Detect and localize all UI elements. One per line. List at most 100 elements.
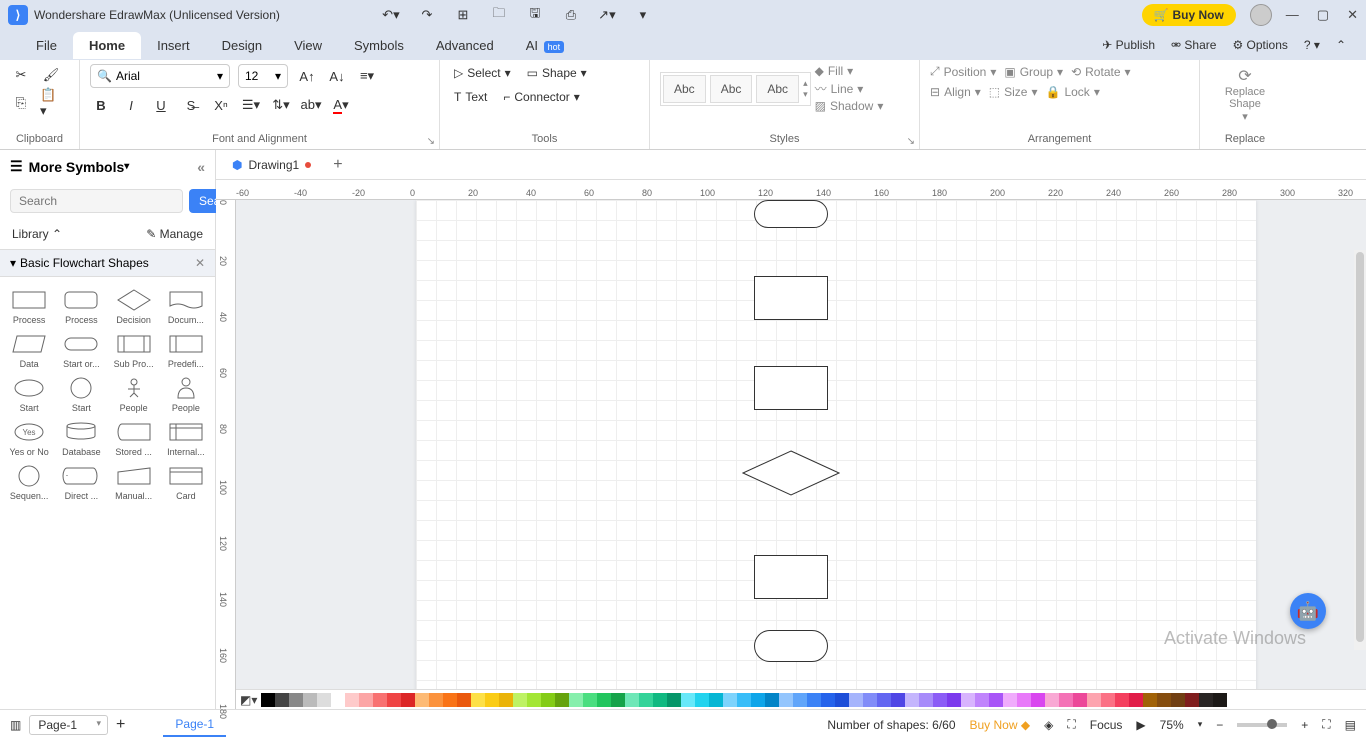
color-swatch[interactable]	[863, 693, 877, 707]
shape-palette-item[interactable]: Process	[56, 285, 106, 327]
fill-button[interactable]: ◆ Fill▾	[815, 64, 884, 78]
rotate-button[interactable]: ⟲ Rotate▾	[1071, 65, 1130, 79]
library-label[interactable]: Library ⌃	[12, 227, 62, 241]
color-swatch[interactable]	[415, 693, 429, 707]
collapse-ribbon-icon[interactable]: ⌃	[1336, 38, 1346, 52]
color-swatch[interactable]	[1045, 693, 1059, 707]
color-swatch[interactable]	[933, 693, 947, 707]
tab-view[interactable]: View	[278, 32, 338, 59]
connector-tool[interactable]: ⌐ Connector▾	[499, 88, 583, 106]
new-tab-button[interactable]: +	[323, 156, 352, 174]
color-swatch[interactable]	[1129, 693, 1143, 707]
shape-palette-item[interactable]: Sub Pro...	[109, 329, 159, 371]
color-swatch[interactable]	[975, 693, 989, 707]
shape-palette-item[interactable]: People	[109, 373, 159, 415]
font-color-icon[interactable]: A▾	[330, 94, 352, 116]
color-swatch[interactable]	[261, 693, 275, 707]
color-swatch[interactable]	[457, 693, 471, 707]
section-close-icon[interactable]: ✕	[195, 256, 205, 270]
color-swatch[interactable]	[1213, 693, 1227, 707]
page-tab[interactable]: Page-1	[163, 713, 226, 737]
color-swatch[interactable]	[793, 693, 807, 707]
style-scroll-more[interactable]: ▾	[803, 89, 808, 100]
shape-process-2[interactable]	[754, 366, 828, 410]
format-painter-icon[interactable]: 🖌	[40, 64, 62, 86]
color-swatch[interactable]	[681, 693, 695, 707]
maximize-icon[interactable]: ▢	[1317, 7, 1329, 23]
select-tool[interactable]: ▷ Select▾	[450, 64, 515, 82]
color-swatch[interactable]	[709, 693, 723, 707]
shape-palette-item[interactable]: Card	[161, 461, 211, 503]
manage-button[interactable]: ✎ Manage	[146, 227, 203, 241]
chat-fab-icon[interactable]: 🤖	[1290, 593, 1326, 629]
tab-ai[interactable]: AI hot	[510, 32, 580, 59]
export-icon[interactable]: ↗▾	[596, 4, 618, 26]
zoom-out-button[interactable]: −	[1216, 718, 1223, 732]
canvas[interactable]: Activate Windows 🤖 ◩▾	[236, 200, 1366, 709]
color-swatch[interactable]	[1031, 693, 1045, 707]
font-name-select[interactable]: 🔍 Arial▾	[90, 64, 230, 88]
page-surface[interactable]	[416, 200, 1256, 709]
tab-design[interactable]: Design	[206, 32, 278, 59]
color-swatch[interactable]	[527, 693, 541, 707]
bold-icon[interactable]: B	[90, 94, 112, 116]
color-swatch[interactable]	[723, 693, 737, 707]
status-buynow[interactable]: Buy Now ◆	[970, 718, 1031, 732]
styles-launcher-icon[interactable]: ↘	[907, 136, 915, 147]
panel-toggle-icon[interactable]: ▤	[1345, 718, 1356, 732]
page-view-icon[interactable]: ▥	[10, 718, 21, 732]
color-swatch[interactable]	[919, 693, 933, 707]
decrease-font-icon[interactable]: A↓	[326, 65, 348, 87]
color-swatch[interactable]	[1185, 693, 1199, 707]
present-icon[interactable]: ▶	[1136, 718, 1145, 732]
copy-icon[interactable]: ⎘	[10, 92, 32, 114]
color-swatch[interactable]	[499, 693, 513, 707]
color-swatch[interactable]	[891, 693, 905, 707]
strike-icon[interactable]: S̶	[180, 94, 202, 116]
buy-now-button[interactable]: 🛒 Buy Now	[1142, 4, 1236, 26]
color-swatch[interactable]	[569, 693, 583, 707]
underline-icon[interactable]: U	[150, 94, 172, 116]
bullet-icon[interactable]: ☰▾	[240, 94, 262, 116]
style-preset-1[interactable]: Abc	[663, 75, 706, 103]
auto-color-icon[interactable]: ◩▾	[240, 693, 257, 707]
color-swatch[interactable]	[443, 693, 457, 707]
publish-button[interactable]: ✈ Publish	[1102, 38, 1155, 52]
align-menu-icon[interactable]: ≡▾	[356, 65, 378, 87]
options-button[interactable]: ⚙ Options	[1232, 38, 1287, 52]
shape-palette-item[interactable]: Sequen...	[4, 461, 54, 503]
zoom-in-button[interactable]: +	[1301, 718, 1308, 732]
color-swatch[interactable]	[695, 693, 709, 707]
close-icon[interactable]: ✕	[1347, 7, 1358, 23]
color-swatch[interactable]	[1003, 693, 1017, 707]
tab-file[interactable]: File	[20, 32, 73, 59]
share-button[interactable]: ⚮ Share	[1171, 38, 1216, 52]
page-selector[interactable]: Page-1	[29, 715, 108, 735]
color-swatch[interactable]	[387, 693, 401, 707]
color-swatch[interactable]	[359, 693, 373, 707]
tab-symbols[interactable]: Symbols	[338, 32, 420, 59]
fit-icon[interactable]: ⛶	[1067, 717, 1075, 732]
color-swatch[interactable]	[905, 693, 919, 707]
cut-icon[interactable]: ✂	[10, 64, 32, 86]
color-swatch[interactable]	[331, 693, 345, 707]
color-swatch[interactable]	[1073, 693, 1087, 707]
color-swatch[interactable]	[1143, 693, 1157, 707]
color-swatch[interactable]	[1199, 693, 1213, 707]
shape-palette-item[interactable]: Data	[4, 329, 54, 371]
color-swatch[interactable]	[1101, 693, 1115, 707]
layers-icon[interactable]: ◈	[1044, 718, 1053, 732]
style-preset-3[interactable]: Abc	[756, 75, 799, 103]
shape-palette-item[interactable]: Direct ...	[56, 461, 106, 503]
color-swatch[interactable]	[779, 693, 793, 707]
color-swatch[interactable]	[807, 693, 821, 707]
shape-terminator-2[interactable]	[754, 630, 828, 662]
italic-icon[interactable]: I	[120, 94, 142, 116]
collapse-sidebar-icon[interactable]: «	[197, 159, 205, 175]
color-swatch[interactable]	[275, 693, 289, 707]
color-swatch[interactable]	[625, 693, 639, 707]
increase-font-icon[interactable]: A↑	[296, 65, 318, 87]
style-scroll-up[interactable]: ▴	[803, 78, 808, 89]
color-swatch[interactable]	[835, 693, 849, 707]
save-icon[interactable]: 🖫	[524, 4, 546, 26]
